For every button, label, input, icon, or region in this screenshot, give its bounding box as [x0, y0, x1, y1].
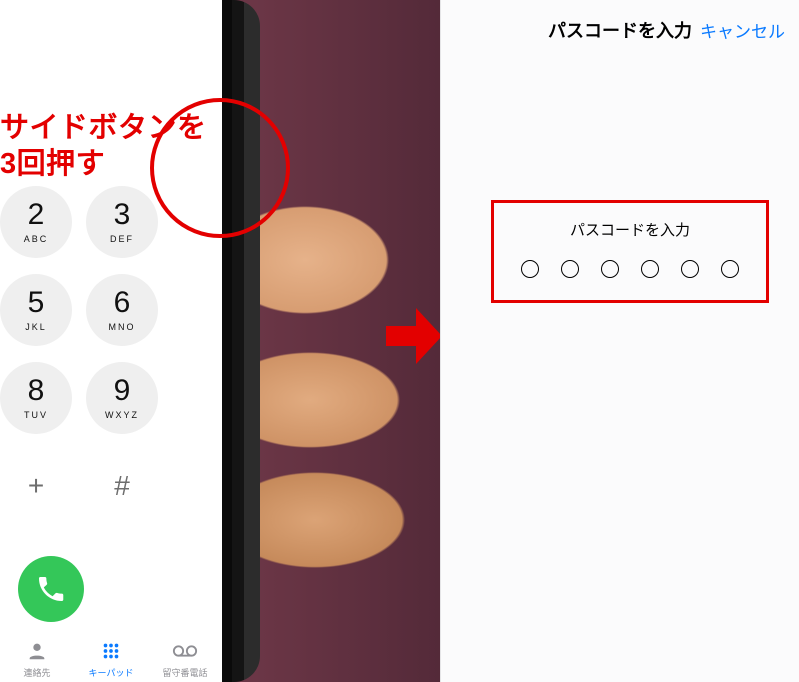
key-letters: ABC	[24, 234, 49, 244]
key-plus[interactable]: +	[0, 450, 72, 522]
person-icon	[26, 640, 48, 662]
key-9[interactable]: 9 WXYZ	[86, 362, 158, 434]
voicemail-icon	[172, 640, 198, 662]
key-digit: 2	[28, 200, 45, 230]
nav-bar: パスコードを入力 キャンセル	[441, 0, 799, 60]
keypad-icon	[100, 640, 122, 662]
tab-contacts[interactable]: 連絡先	[0, 640, 74, 682]
key-letters: MNO	[109, 322, 136, 332]
stage: 2 ABC 3 DEF 5 JKL 6 MNO 8 TUV 9 WXYZ + # 連絡先	[0, 0, 799, 682]
passcode-screen: パスコードを入力 キャンセル パスコードを入力	[440, 0, 799, 682]
key-3[interactable]: 3 DEF	[86, 186, 158, 258]
passcode-dot	[561, 260, 579, 278]
key-digit: 8	[28, 376, 45, 406]
key-digit: 3	[114, 200, 131, 230]
key-digit: +	[28, 472, 44, 500]
tab-bar: 連絡先 キーパッド 留守番電話	[0, 640, 222, 682]
key-row: 8 TUV 9 WXYZ	[0, 362, 222, 434]
tab-label: 留守番電話	[162, 666, 207, 679]
key-letters: TUV	[24, 410, 48, 420]
key-letters: DEF	[110, 234, 134, 244]
key-digit: #	[114, 472, 130, 500]
cancel-button[interactable]: キャンセル	[700, 18, 785, 43]
passcode-dot	[721, 260, 739, 278]
passcode-dot	[681, 260, 699, 278]
nav-title: パスコードを入力	[548, 17, 692, 43]
tab-label: キーパッド	[89, 666, 134, 679]
tab-label: 連絡先	[23, 666, 50, 679]
key-digit: 9	[114, 376, 131, 406]
key-letters: WXYZ	[105, 410, 139, 420]
key-digit: 5	[28, 288, 45, 318]
tab-keypad[interactable]: キーパッド	[74, 640, 148, 682]
passcode-dot	[601, 260, 619, 278]
tab-voicemail[interactable]: 留守番電話	[148, 640, 222, 682]
key-hash[interactable]: #	[86, 450, 158, 522]
keypad-screen: 2 ABC 3 DEF 5 JKL 6 MNO 8 TUV 9 WXYZ + # 連絡先	[0, 0, 222, 682]
call-button[interactable]	[18, 556, 84, 622]
key-row: 5 JKL 6 MNO	[0, 274, 222, 346]
passcode-dot	[521, 260, 539, 278]
side-button-highlight	[150, 98, 290, 238]
arrow-right-icon	[386, 302, 442, 370]
key-8[interactable]: 8 TUV	[0, 362, 72, 434]
key-digit: 6	[114, 288, 131, 318]
passcode-prompt: パスコードを入力	[504, 219, 756, 240]
phone-icon	[35, 573, 67, 605]
passcode-dots	[504, 260, 756, 278]
key-row: + #	[0, 450, 222, 522]
key-2[interactable]: 2 ABC	[0, 186, 72, 258]
passcode-box: パスコードを入力	[491, 200, 769, 303]
key-letters: JKL	[25, 322, 47, 332]
passcode-dot	[641, 260, 659, 278]
key-6[interactable]: 6 MNO	[86, 274, 158, 346]
key-5[interactable]: 5 JKL	[0, 274, 72, 346]
keypad-grid: 2 ABC 3 DEF 5 JKL 6 MNO 8 TUV 9 WXYZ + #	[0, 186, 222, 538]
